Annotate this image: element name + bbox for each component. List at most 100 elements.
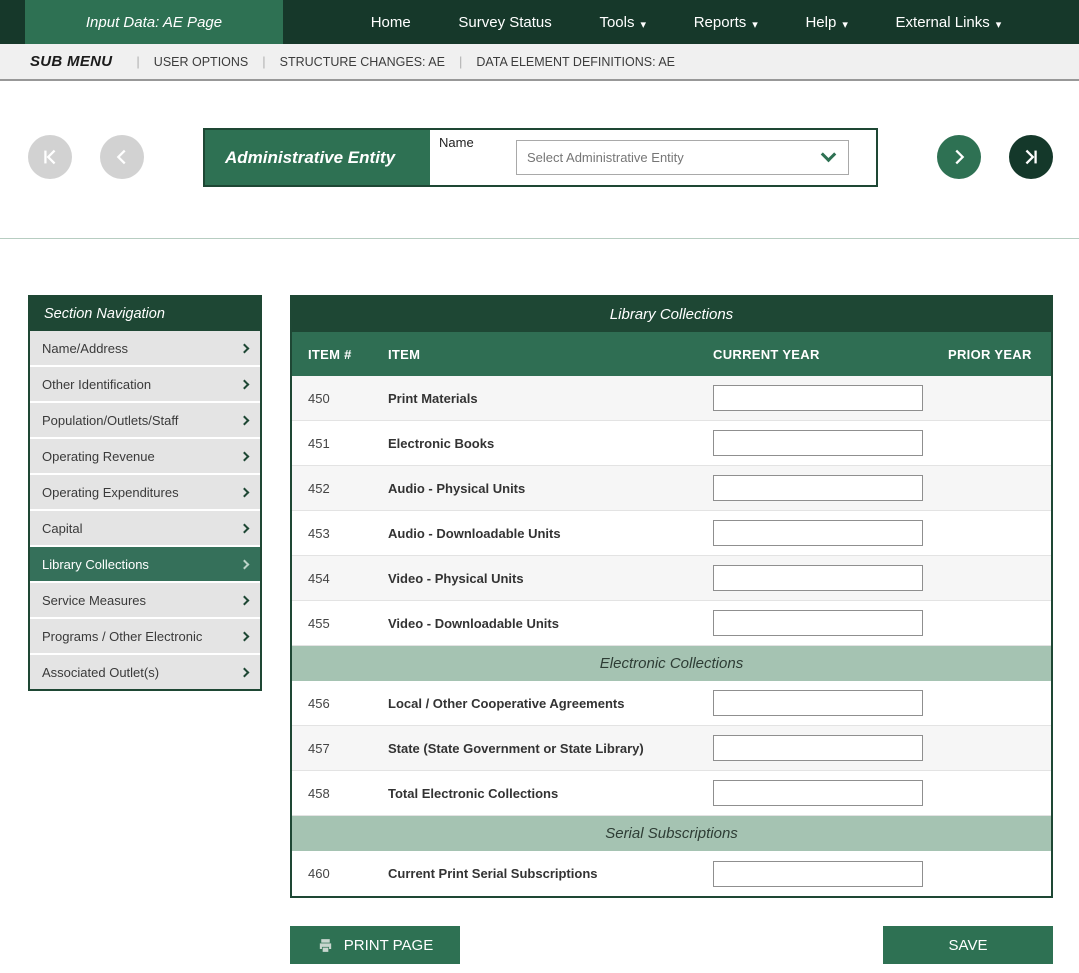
- item-label: State (State Government or State Library…: [388, 741, 713, 756]
- current-year-input-455[interactable]: [713, 610, 923, 636]
- sidebar-item-label: Other Identification: [42, 377, 151, 392]
- chevron-right-icon: [240, 379, 250, 389]
- submenu-separator: |: [136, 54, 139, 69]
- submenu-separator: |: [262, 54, 265, 69]
- current-year-input-454[interactable]: [713, 565, 923, 591]
- table-row-453: 453 Audio - Downloadable Units: [292, 511, 1051, 556]
- chevron-right-icon: [240, 415, 250, 425]
- item-label: Current Print Serial Subscriptions: [388, 866, 713, 881]
- chevron-left-icon: [111, 146, 133, 168]
- nav-home[interactable]: Home: [371, 14, 411, 31]
- item-number: 458: [308, 786, 388, 801]
- top-nav-menu: Home Survey Status Tools Reports Help Ex…: [283, 0, 1079, 44]
- nav-reports-label: Reports: [694, 14, 747, 31]
- table-row-451: 451 Electronic Books: [292, 421, 1051, 466]
- item-number: 457: [308, 741, 388, 756]
- nav-tools-label: Tools: [599, 14, 634, 31]
- sidebar-item-library-collections[interactable]: Library Collections: [30, 547, 260, 581]
- item-label: Video - Physical Units: [388, 571, 713, 586]
- current-year-input-456[interactable]: [713, 690, 923, 716]
- administrative-entity-select[interactable]: Select Administrative Entity: [516, 140, 849, 175]
- item-label: Total Electronic Collections: [388, 786, 713, 801]
- first-record-icon: [39, 146, 61, 168]
- first-record-button[interactable]: [28, 135, 72, 179]
- record-nav-right-group: [937, 128, 1053, 179]
- chevron-right-icon: [240, 343, 250, 353]
- current-year-input-460[interactable]: [713, 861, 923, 887]
- table-title: Library Collections: [292, 297, 1051, 332]
- caret-down-icon: [641, 14, 647, 31]
- nav-help[interactable]: Help: [805, 14, 847, 31]
- nav-reports[interactable]: Reports: [694, 14, 758, 31]
- sidebar-item-operating-revenue[interactable]: Operating Revenue: [30, 439, 260, 473]
- submenu-user-options[interactable]: USER OPTIONS: [154, 55, 248, 69]
- submenu-data-element-definitions-ae[interactable]: DATA ELEMENT DEFINITIONS: AE: [476, 55, 675, 69]
- sidebar-item-population-outlets-staff[interactable]: Population/Outlets/Staff: [30, 403, 260, 437]
- item-number: 453: [308, 526, 388, 541]
- chevron-down-icon: [821, 147, 837, 163]
- current-year-input-453[interactable]: [713, 520, 923, 546]
- sidebar-item-label: Operating Revenue: [42, 449, 155, 464]
- item-number: 456: [308, 696, 388, 711]
- chevron-right-icon: [240, 667, 250, 677]
- table-row-457: 457 State (State Government or State Lib…: [292, 726, 1051, 771]
- nav-survey-status[interactable]: Survey Status: [458, 14, 551, 31]
- nav-tools[interactable]: Tools: [599, 14, 646, 31]
- current-year-input-450[interactable]: [713, 385, 923, 411]
- table-row-458: 458 Total Electronic Collections: [292, 771, 1051, 816]
- item-number: 451: [308, 436, 388, 451]
- sidebar-item-programs-other-electronic[interactable]: Programs / Other Electronic: [30, 619, 260, 653]
- item-number: 452: [308, 481, 388, 496]
- chevron-right-icon: [240, 559, 250, 569]
- sidebar-item-associated-outlets[interactable]: Associated Outlet(s): [30, 655, 260, 689]
- column-header-prior-year: PRIOR YEAR: [948, 347, 1051, 362]
- name-label: Name: [439, 135, 474, 150]
- sidebar-item-label: Operating Expenditures: [42, 485, 179, 500]
- sidebar-item-other-identification[interactable]: Other Identification: [30, 367, 260, 401]
- print-page-button[interactable]: PRINT PAGE: [290, 926, 460, 964]
- nav-external-links-label: External Links: [896, 14, 990, 31]
- chevron-right-icon: [240, 451, 250, 461]
- sidebar-item-label: Library Collections: [42, 557, 149, 572]
- item-label: Video - Downloadable Units: [388, 616, 713, 631]
- submenu-separator: |: [459, 54, 462, 69]
- item-number: 455: [308, 616, 388, 631]
- item-label: Print Materials: [388, 391, 713, 406]
- item-label: Local / Other Cooperative Agreements: [388, 696, 713, 711]
- sidebar-item-label: Associated Outlet(s): [42, 665, 159, 680]
- chevron-right-icon: [240, 631, 250, 641]
- chevron-right-icon: [240, 595, 250, 605]
- print-page-label: PRINT PAGE: [344, 937, 433, 954]
- table-row-456: 456 Local / Other Cooperative Agreements: [292, 681, 1051, 726]
- next-record-button[interactable]: [937, 135, 981, 179]
- current-year-input-457[interactable]: [713, 735, 923, 761]
- sidebar-item-name-address[interactable]: Name/Address: [30, 331, 260, 365]
- table-row-460: 460 Current Print Serial Subscriptions: [292, 851, 1051, 896]
- caret-down-icon: [752, 14, 758, 31]
- section-navigation-sidebar: Section Navigation Name/Address Other Id…: [28, 295, 262, 691]
- current-year-input-452[interactable]: [713, 475, 923, 501]
- sidebar-item-capital[interactable]: Capital: [30, 511, 260, 545]
- previous-record-button[interactable]: [100, 135, 144, 179]
- tab-input-data-ae-page[interactable]: Input Data: AE Page: [25, 0, 283, 44]
- save-button[interactable]: SAVE: [883, 926, 1053, 964]
- column-header-item-number: ITEM #: [308, 347, 388, 362]
- entity-form-area: Name Select Administrative Entity: [430, 130, 876, 185]
- caret-down-icon: [996, 14, 1002, 31]
- sidebar-item-label: Name/Address: [42, 341, 128, 356]
- item-number: 450: [308, 391, 388, 406]
- current-year-input-451[interactable]: [713, 430, 923, 456]
- section-header-serial-subscriptions: Serial Subscriptions: [292, 816, 1051, 851]
- submenu-structure-changes-ae[interactable]: STRUCTURE CHANGES: AE: [280, 55, 445, 69]
- nav-external-links[interactable]: External Links: [896, 14, 1002, 31]
- nav-home-label: Home: [371, 14, 411, 31]
- last-record-icon: [1020, 146, 1042, 168]
- entity-selector-section: Administrative Entity Name Select Admini…: [0, 81, 1079, 239]
- section-header-electronic-collections: Electronic Collections: [292, 646, 1051, 681]
- chevron-right-icon: [240, 523, 250, 533]
- sidebar-item-operating-expenditures[interactable]: Operating Expenditures: [30, 475, 260, 509]
- current-year-input-458[interactable]: [713, 780, 923, 806]
- last-record-button[interactable]: [1009, 135, 1053, 179]
- submenu-title: SUB MENU: [30, 53, 112, 70]
- sidebar-item-service-measures[interactable]: Service Measures: [30, 583, 260, 617]
